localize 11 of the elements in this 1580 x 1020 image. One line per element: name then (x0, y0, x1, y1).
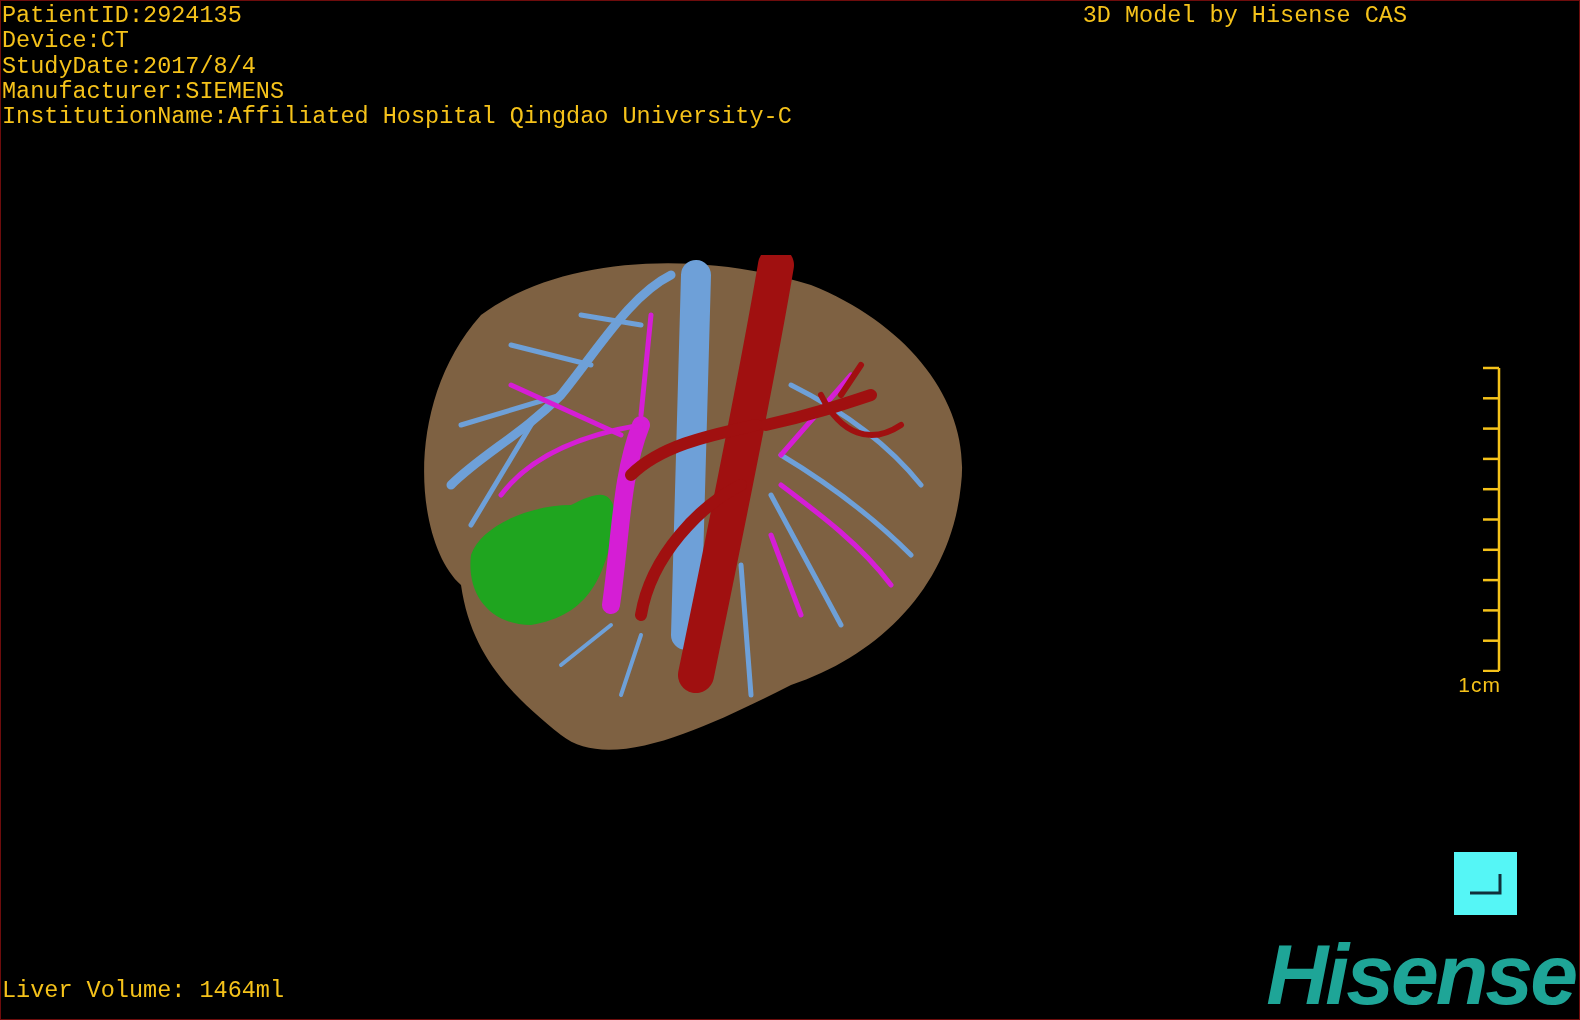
info-line: InstitutionName:Affiliated Hospital Qingdao University-C (2, 104, 793, 130)
brand-logo: Hisense (1266, 937, 1575, 1011)
info-line: Device:CT (2, 28, 130, 54)
info-line: StudyDate:2017/8/4 (2, 53, 257, 79)
corner-button[interactable] (1454, 852, 1517, 915)
viewer-title: 3D Model by Hisense CAS (1082, 1, 1408, 29)
info-line: Manufacturer:SIEMENS (2, 78, 286, 105)
corner-icon (1468, 872, 1503, 895)
info-line: PatientID:2924135 (2, 3, 243, 29)
liver-volume: Liver Volume: 1464ml (2, 977, 285, 1003)
scale-label: 1cm (1458, 674, 1501, 696)
